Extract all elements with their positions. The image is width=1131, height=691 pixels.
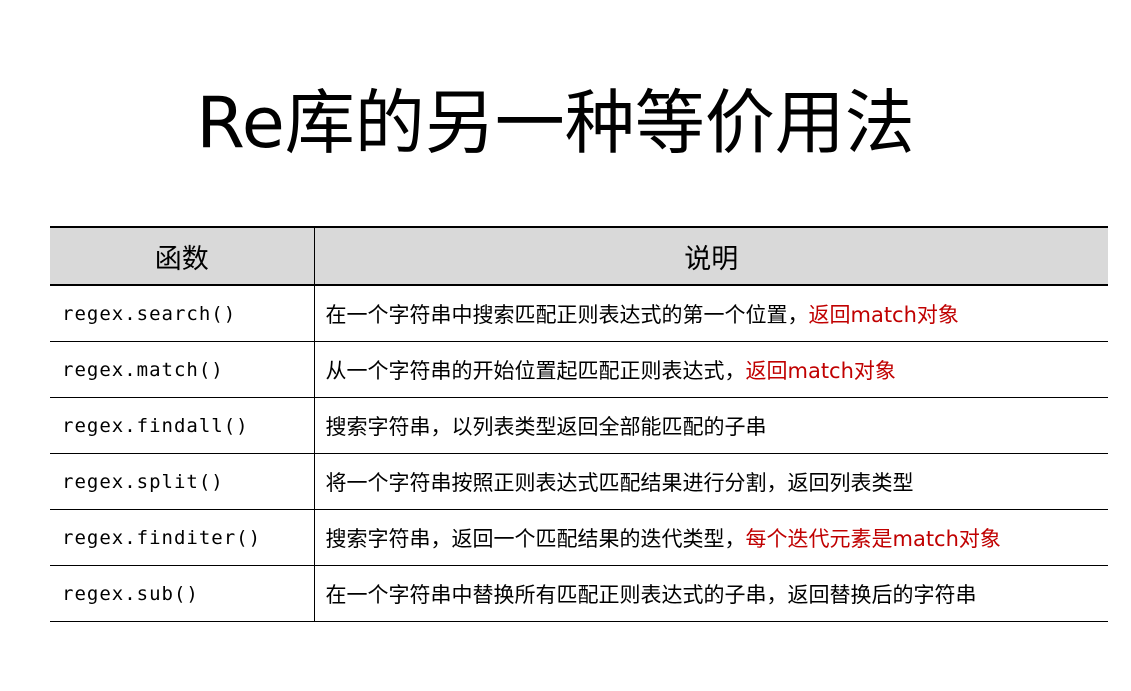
table-row: regex.split() 将一个字符串按照正则表达式匹配结果进行分割，返回列表… xyxy=(50,453,1108,510)
column-header-function: 函数 xyxy=(50,226,315,286)
table-header-row: 函数 说明 xyxy=(50,226,1108,286)
table-row: regex.findall() 搜索字符串，以列表类型返回全部能匹配的子串 xyxy=(50,397,1108,454)
function-name: regex.findall() xyxy=(50,397,315,454)
table-row: regex.sub() 在一个字符串中替换所有匹配正则表达式的子串，返回替换后的… xyxy=(50,565,1108,622)
description-text: 将一个字符串按照正则表达式匹配结果进行分割，返回列表类型 xyxy=(325,470,914,495)
description-highlight: 每个迭代元素是match对象 xyxy=(745,526,1001,551)
function-description: 从一个字符串的开始位置起匹配正则表达式，返回match对象 xyxy=(314,341,1108,398)
function-description: 搜索字符串，以列表类型返回全部能匹配的子串 xyxy=(314,397,1108,454)
description-text: 搜索字符串，以列表类型返回全部能匹配的子串 xyxy=(325,414,767,439)
function-name: regex.finditer() xyxy=(50,509,315,566)
function-description: 搜索字符串，返回一个匹配结果的迭代类型，每个迭代元素是match对象 xyxy=(314,509,1108,566)
function-name: regex.split() xyxy=(50,453,315,510)
description-text: 在一个字符串中替换所有匹配正则表达式的子串，返回替换后的字符串 xyxy=(325,582,977,607)
table-row: regex.match() 从一个字符串的开始位置起匹配正则表达式，返回matc… xyxy=(50,341,1108,398)
description-highlight: 返回match对象 xyxy=(745,358,896,383)
description-highlight: 返回match对象 xyxy=(808,302,959,327)
column-header-description: 说明 xyxy=(314,226,1108,286)
table-row: regex.finditer() 搜索字符串，返回一个匹配结果的迭代类型，每个迭… xyxy=(50,509,1108,566)
description-text: 在一个字符串中搜索匹配正则表达式的第一个位置， xyxy=(325,302,809,327)
description-text: 从一个字符串的开始位置起匹配正则表达式， xyxy=(325,358,746,383)
function-name: regex.match() xyxy=(50,341,315,398)
function-description: 在一个字符串中替换所有匹配正则表达式的子串，返回替换后的字符串 xyxy=(314,565,1108,622)
table-row: regex.search() 在一个字符串中搜索匹配正则表达式的第一个位置，返回… xyxy=(50,285,1108,342)
function-name: regex.search() xyxy=(50,285,315,342)
description-text: 搜索字符串，返回一个匹配结果的迭代类型， xyxy=(325,526,746,551)
page-title: Re库的另一种等价用法 xyxy=(196,82,915,164)
function-name: regex.sub() xyxy=(50,565,315,622)
function-table: 函数 说明 regex.search() 在一个字符串中搜索匹配正则表达式的第一… xyxy=(50,226,1108,622)
function-description: 在一个字符串中搜索匹配正则表达式的第一个位置，返回match对象 xyxy=(314,285,1108,342)
function-description: 将一个字符串按照正则表达式匹配结果进行分割，返回列表类型 xyxy=(314,453,1108,510)
